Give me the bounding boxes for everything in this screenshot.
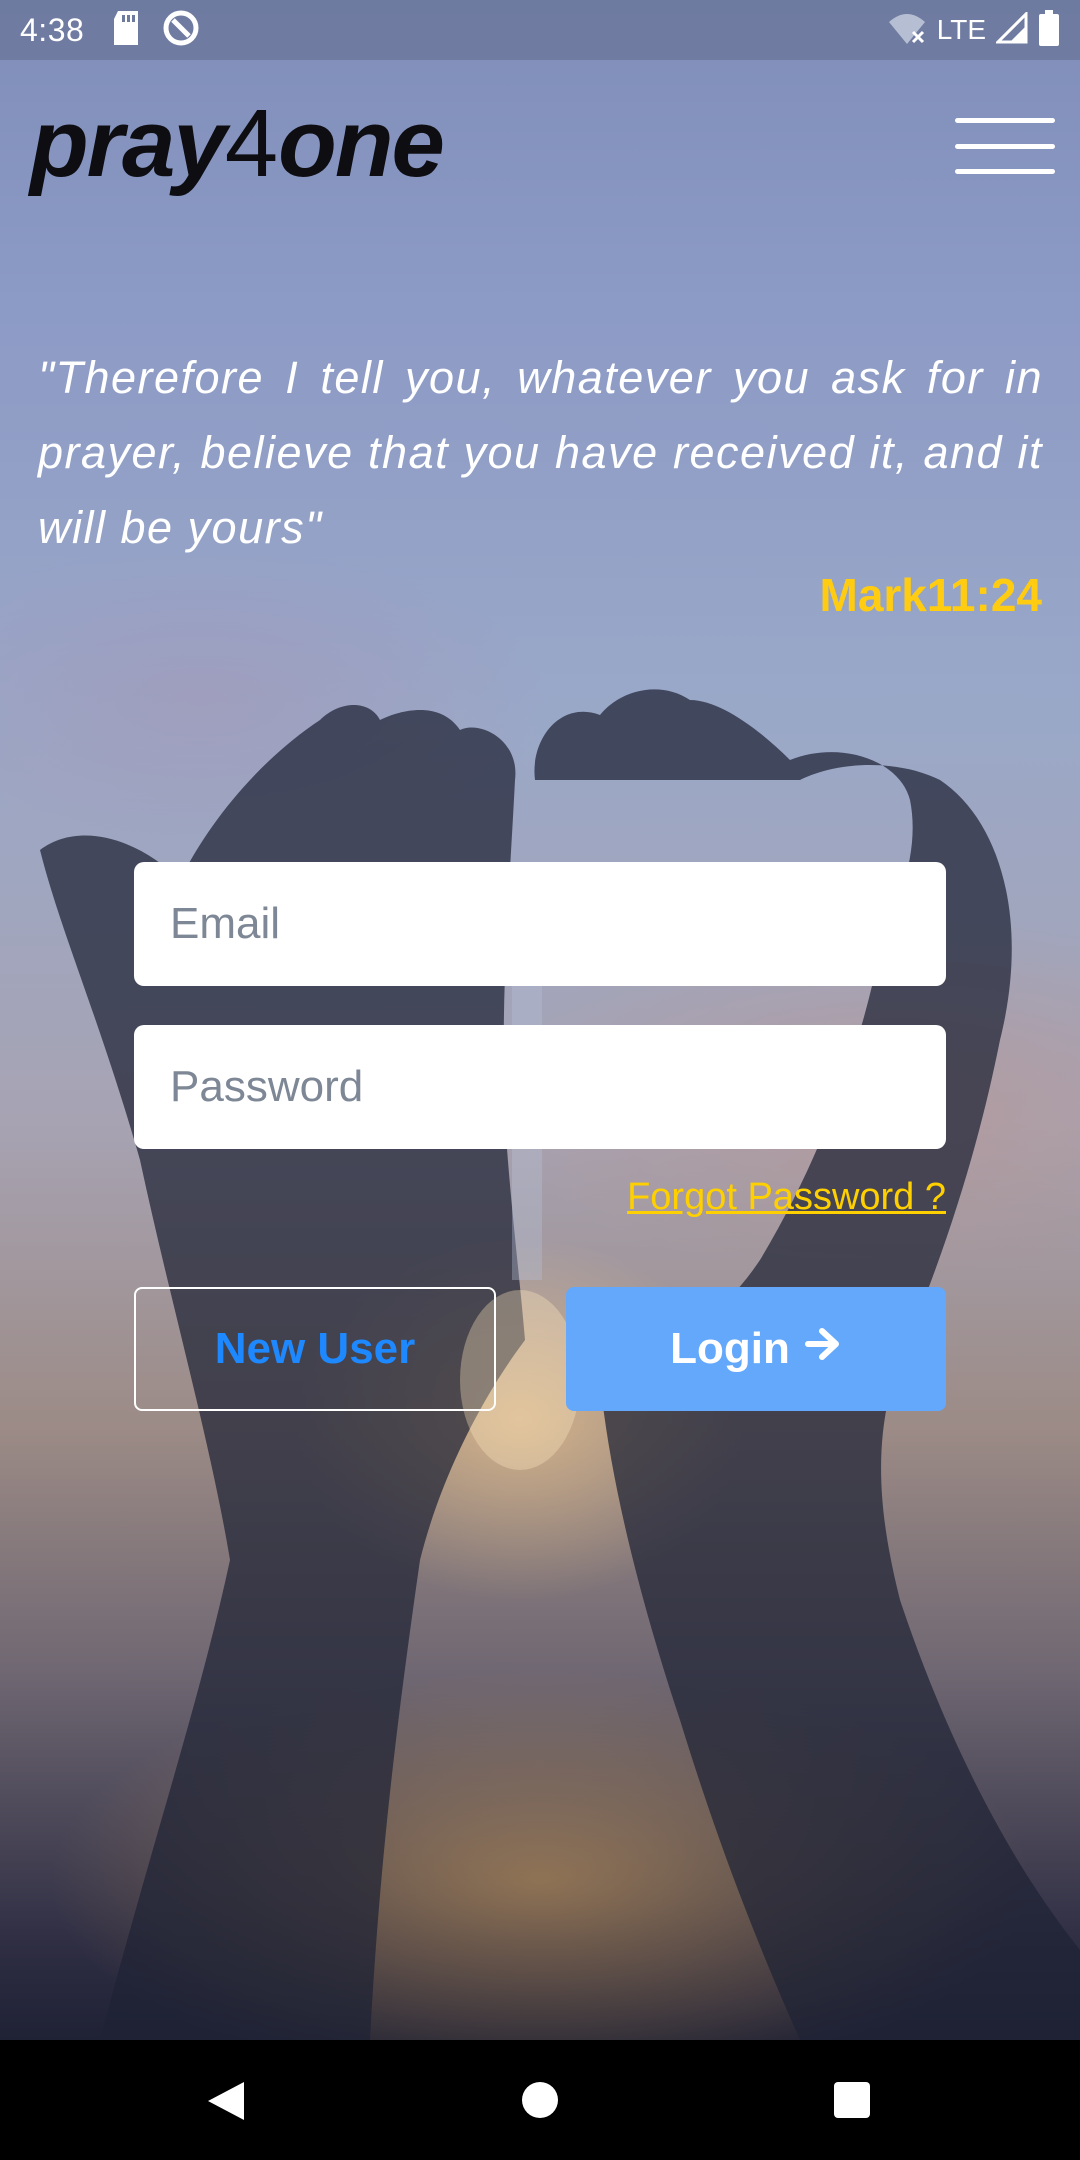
logo-text-one: one xyxy=(278,90,445,197)
sd-card-icon xyxy=(112,10,140,50)
email-field[interactable] xyxy=(134,862,946,986)
login-screen: 4:38 LTE pray4one "Therefore I tell you,… xyxy=(0,0,1080,2160)
login-button[interactable]: Login xyxy=(566,1287,946,1411)
navigation-bar xyxy=(0,2040,1080,2160)
bible-quote: "Therefore I tell you, whatever you ask … xyxy=(38,352,1043,553)
forgot-password-link[interactable]: Forgot Password ? xyxy=(627,1176,946,1219)
new-user-button[interactable]: New User xyxy=(134,1287,496,1411)
data-saver-icon xyxy=(162,9,200,52)
signal-icon xyxy=(994,9,1028,49)
verse-reference: Mark11:24 xyxy=(819,569,1043,621)
network-type: LTE xyxy=(936,14,986,45)
status-time: 4:38 xyxy=(20,11,85,48)
login-label: Login xyxy=(670,1324,790,1373)
hamburger-menu-icon[interactable] xyxy=(955,118,1055,174)
recents-icon[interactable] xyxy=(834,2082,870,2118)
new-user-label: New User xyxy=(214,1324,416,1373)
background-image xyxy=(0,0,1080,2040)
back-icon[interactable] xyxy=(206,2080,246,2127)
logo-text-four: 4 xyxy=(224,90,279,197)
status-bar: 4:38 LTE xyxy=(0,0,1080,60)
battery-icon xyxy=(1038,9,1060,51)
wifi-off-icon xyxy=(887,12,927,49)
arrow-right-icon xyxy=(804,1324,842,1374)
password-field[interactable] xyxy=(134,1025,946,1149)
home-icon[interactable] xyxy=(522,2082,558,2118)
logo-text-pray: pray xyxy=(30,90,227,197)
app-logo: pray4one xyxy=(30,96,445,192)
